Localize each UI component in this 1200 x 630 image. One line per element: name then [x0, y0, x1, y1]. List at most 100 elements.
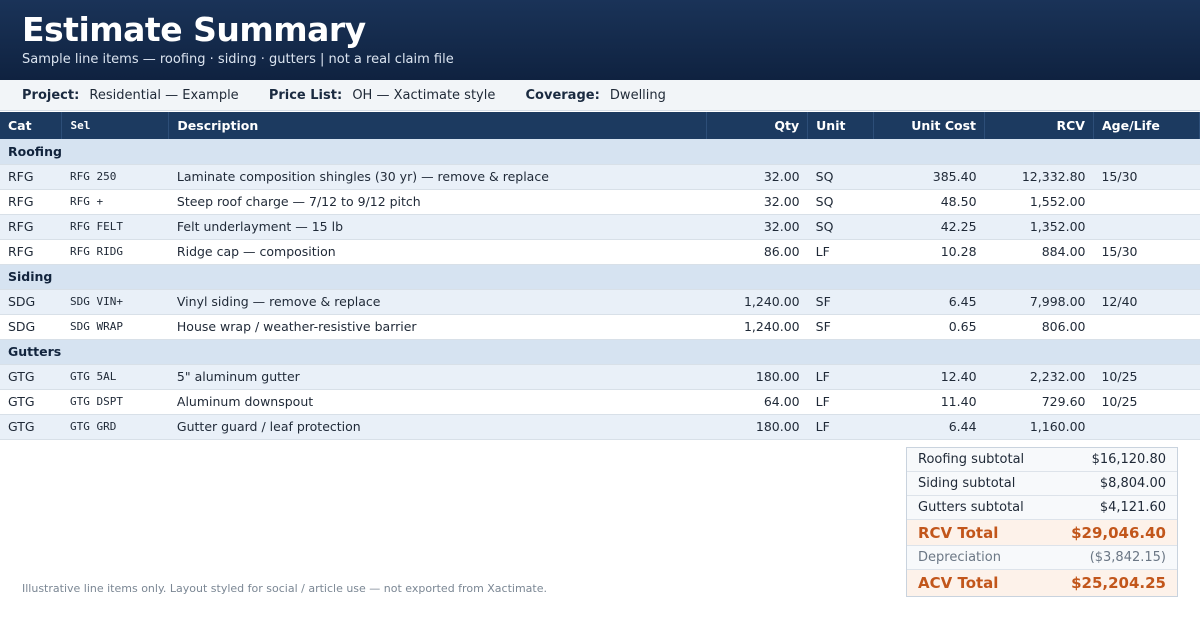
cell-unit: SQ [807, 189, 874, 215]
cell-age-life: 10/25 [1093, 364, 1200, 390]
cell-rcv: 1,352.00 [984, 214, 1094, 240]
cell-rcv: 1,552.00 [984, 189, 1094, 215]
cell-selector: SDG WRAP [61, 314, 169, 340]
cell-age-life: 12/40 [1093, 289, 1200, 315]
table-row: RFG RFG FELT Felt underlayment — 15 lb 32.0… [0, 214, 1200, 240]
cell-quantity: 180.00 [706, 414, 808, 440]
column-header-cat: Cat [0, 112, 63, 139]
cell-description: Vinyl siding — remove & replace [168, 289, 707, 315]
cell-selector: RFG FELT [61, 214, 169, 240]
cell-age-life: 10/25 [1093, 389, 1200, 415]
cell-age-life [1093, 314, 1200, 340]
depreciation-label: Depreciation [918, 550, 1001, 565]
column-header-sel: Sel [61, 112, 170, 139]
cell-unit-cost: 0.65 [873, 314, 985, 340]
table-row: SDG SDG WRAP House wrap / weather-resistiv… [0, 314, 1200, 340]
section-title: Roofing [0, 139, 1200, 165]
cell-unit-cost: 10.28 [873, 239, 985, 265]
cell-selector: RFG + [61, 189, 169, 215]
cell-age-life [1093, 189, 1200, 215]
cell-description: Steep roof charge — 7/12 to 9/12 pitch [168, 189, 707, 215]
column-header-qty: Qty [706, 112, 809, 139]
section-row: Roofing [0, 139, 1200, 165]
section-row: Siding [0, 264, 1200, 290]
cell-category: RFG [0, 164, 62, 190]
cell-description: House wrap / weather-resistive barrier [168, 314, 707, 340]
estimate-meta-bar: Project: Residential — Example Price Lis… [0, 80, 1200, 111]
meta-project-value: Residential — Example [89, 88, 239, 103]
table-row: GTG GTG GRD Gutter guard / leaf protection… [0, 414, 1200, 440]
cell-category: SDG [0, 289, 62, 315]
line-items-table: Cat Sel Description Qty Unit Unit Cost R… [0, 112, 1200, 440]
cell-selector: RFG RIDG [61, 239, 169, 265]
cell-age-life [1093, 214, 1200, 240]
cell-description: Felt underlayment — 15 lb [168, 214, 707, 240]
cell-quantity: 32.00 [706, 164, 808, 190]
cell-age-life: 15/30 [1093, 239, 1200, 265]
cell-category: RFG [0, 239, 62, 265]
section-row: Gutters [0, 339, 1200, 365]
footnote: Illustrative line items only. Layout sty… [22, 582, 548, 595]
depreciation-row: Depreciation ($3,842.15) [907, 546, 1177, 570]
cell-quantity: 180.00 [706, 364, 808, 390]
cell-unit-cost: 385.40 [873, 164, 985, 190]
table-row: GTG GTG DSPT Aluminum downspout 64.00 LF 11.4… [0, 389, 1200, 415]
cell-quantity: 32.00 [706, 189, 808, 215]
acv-total-row: ACV Total $25,204.25 [907, 570, 1177, 596]
page-subtitle: Sample line items — roofing · siding · g… [22, 52, 454, 67]
column-header-unit: Unit [807, 112, 875, 139]
acv-total-label: ACV Total [918, 574, 999, 592]
cell-unit: LF [807, 414, 874, 440]
cell-description: Laminate composition shingles (30 yr) — … [168, 164, 707, 190]
section-title: Gutters [0, 339, 1200, 365]
cell-rcv: 2,232.00 [984, 364, 1094, 390]
cell-category: RFG [0, 214, 62, 240]
siding-subtotal-label: Siding subtotal [918, 476, 1016, 491]
cell-age-life: 15/30 [1093, 164, 1200, 190]
column-header-description: Description [168, 112, 708, 139]
table-header-row: Cat Sel Description Qty Unit Unit Cost R… [0, 112, 1200, 139]
siding-subtotal-value: $8,804.00 [1099, 476, 1166, 491]
rcv-total-label: RCV Total [918, 523, 999, 542]
column-header-unit-cost: Unit Cost [873, 112, 986, 139]
cell-rcv: 12,332.80 [984, 164, 1094, 190]
siding-subtotal-row: Siding subtotal $8,804.00 [907, 472, 1177, 496]
table-row: SDG SDG VIN+ Vinyl siding — remove & repla… [0, 289, 1200, 315]
roofing-subtotal-row: Roofing subtotal $16,120.80 [907, 448, 1177, 472]
cell-quantity: 1,240.00 [706, 289, 808, 315]
cell-unit: SQ [807, 214, 874, 240]
cell-category: GTG [0, 364, 62, 390]
table-row: RFG RFG 250 Laminate composition shingles … [0, 164, 1200, 190]
table-row: RFG RFG + Steep roof charge — 7/12 to 9/12… [0, 189, 1200, 215]
acv-total-value: $25,204.25 [1071, 574, 1166, 592]
cell-unit-cost: 42.25 [873, 214, 985, 240]
cell-category: SDG [0, 314, 62, 340]
cell-rcv: 806.00 [984, 314, 1094, 340]
cell-rcv: 7,998.00 [984, 289, 1094, 315]
meta-project: Project: Residential — Example [22, 80, 239, 111]
meta-price-list-label: Price List: [268, 88, 343, 103]
cell-unit: LF [807, 239, 874, 265]
roofing-subtotal-value: $16,120.80 [1091, 452, 1166, 467]
cell-unit-cost: 12.40 [873, 364, 985, 390]
page-header: Estimate Summary Sample line items — roo… [0, 0, 1200, 80]
page-title: Estimate Summary [22, 10, 366, 49]
gutters-subtotal-label: Gutters subtotal [918, 500, 1024, 515]
cell-rcv: 729.60 [984, 389, 1094, 415]
cell-category: GTG [0, 414, 62, 440]
cell-description: Ridge cap — composition [168, 239, 707, 265]
meta-coverage-label: Coverage: [525, 88, 600, 103]
cell-age-life [1093, 414, 1200, 440]
cell-selector: GTG 5AL [61, 364, 169, 390]
section-title: Siding [0, 264, 1200, 290]
roofing-subtotal-label: Roofing subtotal [918, 452, 1025, 467]
cell-unit: SF [807, 289, 874, 315]
cell-rcv: 884.00 [984, 239, 1094, 265]
meta-coverage: Coverage: Dwelling [526, 80, 666, 111]
cell-description: Aluminum downspout [168, 389, 707, 415]
cell-selector: GTG DSPT [61, 389, 169, 415]
column-header-rcv: RCV [984, 112, 1094, 139]
cell-quantity: 32.00 [706, 214, 808, 240]
meta-project-label: Project: [22, 88, 80, 103]
cell-unit: SQ [807, 164, 874, 190]
